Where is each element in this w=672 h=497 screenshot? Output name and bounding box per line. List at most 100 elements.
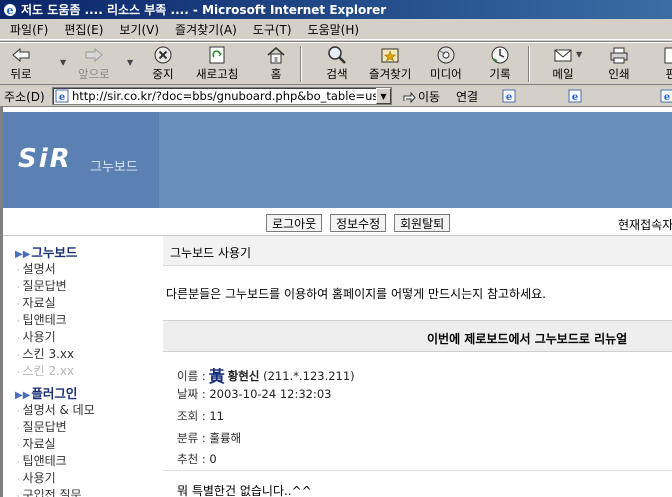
bullet-icon: · — [17, 300, 20, 309]
address-input[interactable]: e http://sir.co.kr/?doc=bbs/gnuboard.php… — [52, 87, 392, 105]
forward-button[interactable]: 앞으로 — [78, 44, 110, 84]
menu-file[interactable]: 파일(F) — [2, 20, 56, 39]
menu-favorites[interactable]: 즐겨찾기(A) — [167, 20, 245, 39]
svg-text:e: e — [59, 92, 65, 103]
address-dropdown-icon[interactable]: ▼ — [376, 88, 391, 104]
sidebar-item-label: 팁앤테크 — [22, 454, 67, 468]
history-button[interactable]: 기록 — [489, 44, 511, 84]
go-button[interactable]: 이동 — [402, 88, 440, 105]
sidebar-item-manual[interactable]: · 설명서 — [17, 260, 56, 277]
sidebar-group-title: 플러그인 — [31, 386, 78, 401]
bullet-icon: · — [17, 424, 20, 433]
sidebar-item-tips[interactable]: · 팁앤테크 — [17, 311, 67, 328]
stop-label: 중지 — [152, 67, 174, 81]
double-arrow-icon: ▶▶ — [15, 249, 31, 260]
logout-button[interactable]: 로그아웃 — [266, 214, 323, 232]
sidebar-item-downloads[interactable]: · 자료실 — [17, 294, 56, 311]
main-content: 그누보드 사용기 다른분들은 그누보드를 이용하여 홈페이지를 어떻게 만드시는… — [153, 236, 672, 497]
back-button[interactable]: 뒤로 — [10, 44, 32, 84]
sidebar-item-plugin-manual[interactable]: · 설명서 & 데모 — [17, 401, 95, 418]
post-date-row: 날짜 : 2003-10-24 12:32:03 — [177, 386, 332, 402]
member-nav: 로그아웃 정보수정 회원탈퇴 현재접속자 — [3, 208, 672, 236]
sidebar-item-plugin-downloads[interactable]: · 자료실 — [17, 435, 56, 452]
post-views-row: 조회 : 11 — [177, 408, 224, 424]
sidebar-item-skin-2[interactable]: · 스킨 2.xx — [17, 362, 74, 379]
mail-label: 메일 — [552, 67, 574, 81]
back-dropdown-icon[interactable]: ▼ — [60, 58, 66, 67]
home-button[interactable]: 홈 — [265, 44, 287, 84]
link-ie-icon[interactable]: e — [660, 89, 672, 103]
refresh-icon — [206, 44, 228, 66]
media-label: 미디어 — [430, 67, 462, 81]
links-label[interactable]: 연결 — [456, 88, 478, 105]
page-viewport: SiR 그누보드 로그아웃 정보수정 회원탈퇴 현재접속자 ▶▶그누보드 · 설명… — [0, 107, 672, 497]
edit-button[interactable]: 편 — [660, 44, 672, 84]
refresh-button[interactable]: 새로고침 — [196, 44, 238, 84]
favorites-label: 즐겨찾기 — [369, 67, 412, 81]
history-label: 기록 — [489, 67, 511, 81]
post-body: 뭐 특별한건 없습니다..^^ — [177, 484, 312, 497]
current-users-link[interactable]: 현재접속자 — [618, 216, 672, 233]
author-label: 이름 : — [177, 369, 206, 383]
stop-button[interactable]: 중지 — [152, 44, 174, 84]
sidebar-item-label: 사용기 — [22, 471, 56, 485]
favorites-button[interactable]: 즐겨찾기 — [369, 44, 411, 84]
sidebar-item-label: 사용기 — [22, 330, 56, 344]
edit-info-button[interactable]: 정보수정 — [330, 214, 387, 232]
favorites-icon — [379, 44, 401, 66]
sidebar-item-label: 질문답변 — [22, 279, 67, 293]
sidebar-item-qna[interactable]: · 질문답변 — [17, 277, 67, 294]
search-icon — [326, 44, 348, 66]
sidebar-item-plugin-tips[interactable]: · 팁앤테크 — [17, 452, 67, 469]
author-name-icon: 黃 — [208, 367, 225, 386]
search-button[interactable]: 검색 — [326, 44, 348, 84]
sidebar-item-skin-3[interactable]: · 스킨 3.xx — [17, 345, 74, 362]
link-ie-icon[interactable]: e — [568, 89, 582, 103]
menu-bar: 파일(F) 편집(E) 보기(V) 즐겨찾기(A) 도구(T) 도움말(H) — [0, 19, 672, 40]
media-button[interactable]: 미디어 — [430, 44, 462, 84]
sidebar-item-plugin-presale[interactable]: · 구입전 질문 — [17, 486, 82, 497]
sidebar-item-reviews[interactable]: · 사용기 — [17, 328, 56, 345]
sidebar-group-plugin[interactable]: ▶▶플러그인 — [15, 383, 77, 402]
sidebar-item-label: 구입전 질문 — [22, 488, 82, 497]
menu-tools[interactable]: 도구(T) — [245, 20, 300, 39]
sidebar-item-label: 스킨 2.xx — [22, 364, 75, 378]
sidebar-group-gnuboard[interactable]: ▶▶그누보드 — [15, 242, 77, 261]
search-label: 검색 — [326, 67, 348, 81]
stop-icon — [152, 44, 174, 66]
menu-help[interactable]: 도움말(H) — [300, 20, 368, 39]
views-label: 조회 : — [177, 409, 206, 423]
bullet-icon: · — [17, 368, 20, 377]
print-button[interactable]: 인쇄 — [608, 44, 630, 84]
mail-button[interactable]: 메일 — [552, 44, 574, 84]
menu-edit[interactable]: 편집(E) — [56, 20, 111, 39]
window-title: 저도 도움좀 .... 리소스 부족 .... - Microsoft Inte… — [21, 3, 387, 17]
svg-text:e: e — [506, 92, 512, 103]
withdraw-button[interactable]: 회원탈퇴 — [394, 214, 451, 232]
date-label: 날짜 : — [177, 387, 206, 401]
post-category: 훌륭해 — [209, 431, 242, 445]
back-arrow-icon — [10, 44, 32, 66]
bullet-icon: · — [17, 334, 20, 343]
post-recommend: 0 — [209, 452, 217, 466]
mail-icon — [552, 44, 574, 66]
recommend-label: 추천 : — [177, 452, 206, 466]
sidebar-item-plugin-reviews[interactable]: · 사용기 — [17, 469, 56, 486]
go-arrow-icon — [403, 91, 416, 103]
link-ie-icon[interactable]: e — [502, 89, 516, 103]
forward-label: 앞으로 — [78, 67, 110, 81]
post-recommend-row: 추천 : 0 — [177, 451, 217, 467]
author-name[interactable]: 황현신 — [228, 369, 260, 383]
forward-dropdown-icon[interactable]: ▼ — [127, 58, 133, 67]
bullet-icon: · — [17, 283, 20, 292]
bullet-icon: · — [17, 351, 20, 360]
mail-dropdown-icon[interactable]: ▼ — [576, 50, 582, 59]
address-url: http://sir.co.kr/?doc=bbs/gnuboard.php&b… — [72, 89, 379, 103]
sidebar-item-plugin-qna[interactable]: · 질문답변 — [17, 418, 67, 435]
board-description: 다른분들은 그누보드를 이용하여 홈페이지를 어떻게 만드시는지 참고하세요. — [166, 287, 546, 301]
site-logo[interactable]: SiR — [18, 144, 72, 174]
address-label: 주소(D) — [4, 90, 45, 104]
menu-view[interactable]: 보기(V) — [111, 20, 167, 39]
ie-page-icon: e — [55, 89, 69, 103]
home-label: 홈 — [270, 67, 282, 81]
